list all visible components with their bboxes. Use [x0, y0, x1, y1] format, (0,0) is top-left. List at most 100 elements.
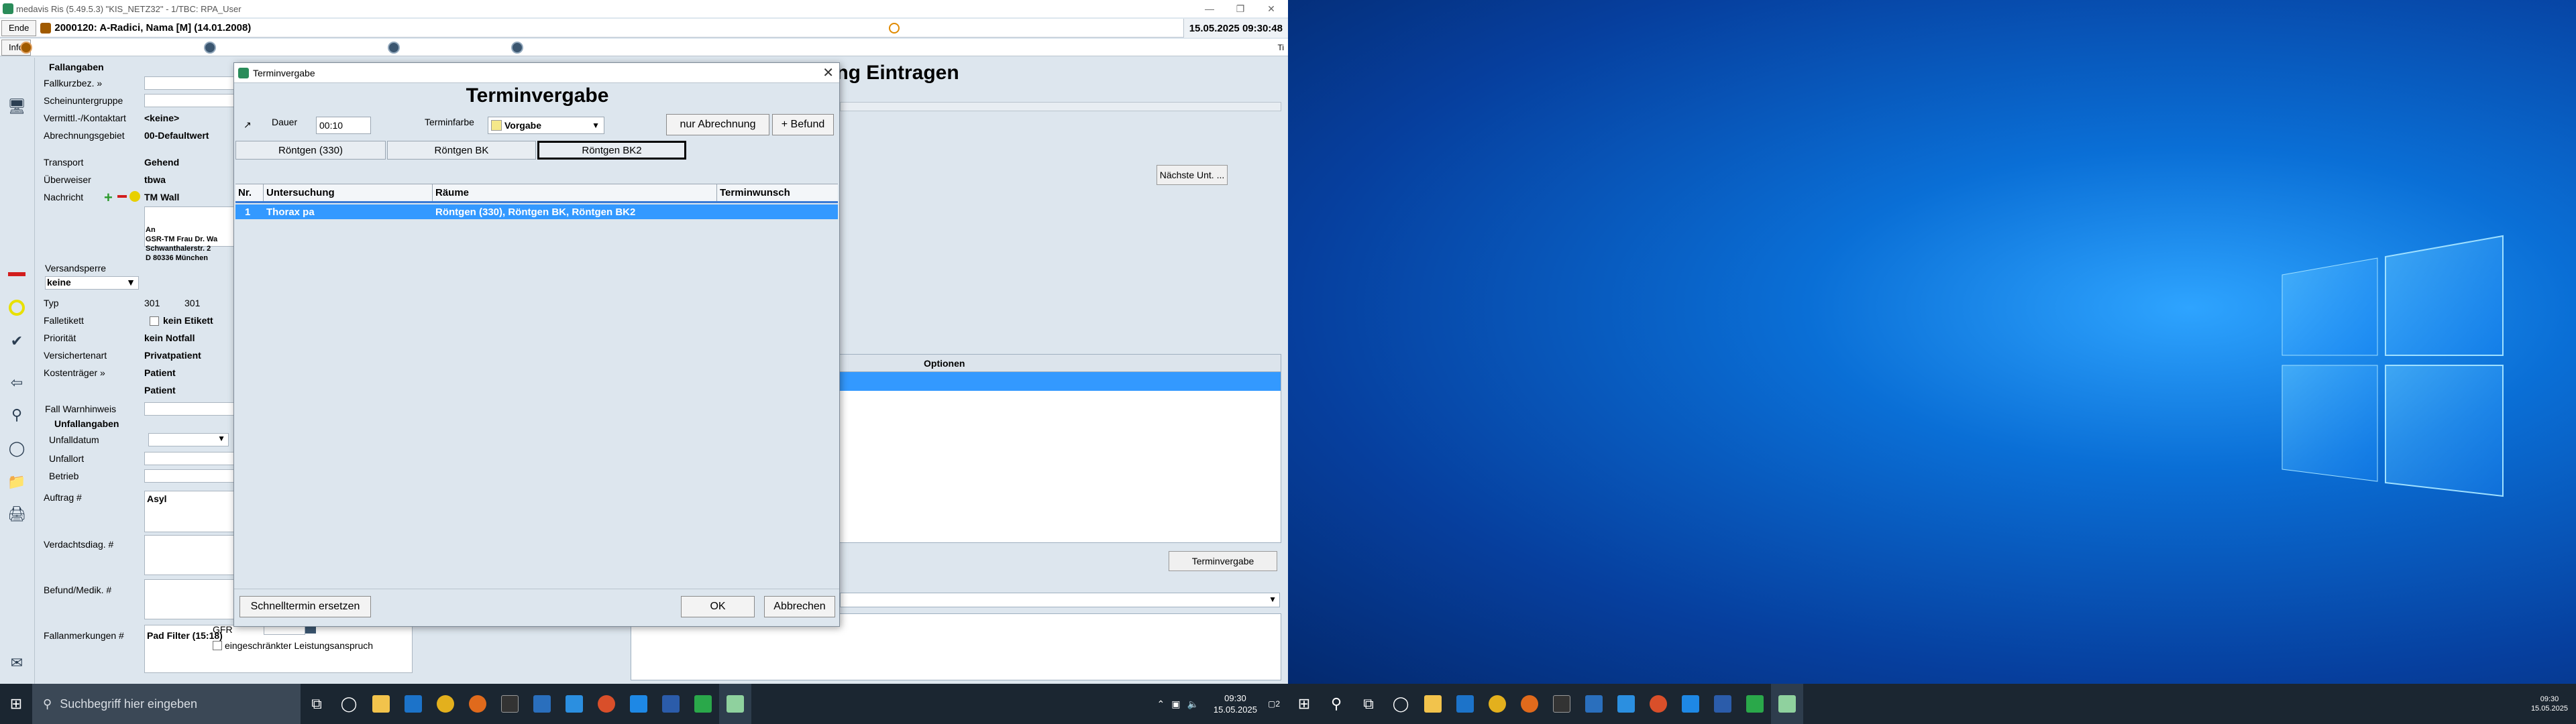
terminal-icon[interactable] — [494, 684, 526, 724]
back-arrow-icon[interactable]: ⇦ — [7, 373, 27, 393]
nur-abrechnung-button[interactable]: nur Abrechnung — [666, 114, 769, 135]
restore-button[interactable]: ❐ — [1225, 0, 1256, 17]
file-explorer-icon[interactable] — [365, 684, 397, 724]
outlook-icon[interactable] — [397, 684, 429, 724]
close-icon[interactable]: ✕ — [822, 64, 834, 81]
leistungsanspruch-checkbox[interactable] — [213, 641, 222, 650]
windows-start-icon[interactable]: ⊞ — [1288, 684, 1320, 724]
notification-icon[interactable]: ▢2 — [1268, 699, 1280, 709]
word-icon[interactable] — [655, 684, 687, 724]
monitor-icon[interactable]: 🖥 — [7, 97, 27, 117]
versichertenart-value[interactable]: Privatpatient — [144, 350, 201, 361]
patient-header[interactable]: 2000120: A-Radici, Nama [M] (14.01.2008) — [40, 22, 251, 34]
fallkurzbez-field[interactable] — [144, 76, 245, 90]
abbrechen-button[interactable]: Abbrechen — [764, 596, 835, 617]
taskbar-clock-right[interactable]: 09:30 15.05.2025 — [2523, 695, 2576, 713]
col-untersuchung[interactable]: Untersuchung — [264, 184, 433, 201]
dauer-input[interactable]: 00:10 — [316, 117, 371, 134]
room-tab-roentgen-330[interactable]: Röntgen (330) — [235, 141, 386, 160]
app-icon[interactable] — [1578, 684, 1610, 724]
outlook-icon[interactable] — [1449, 684, 1481, 724]
person-clock-icon[interactable]: ⚲ — [7, 405, 27, 425]
chrome-icon[interactable] — [429, 684, 462, 724]
vermittlung-value[interactable]: <keine> — [144, 113, 179, 123]
terminvergabe-button[interactable]: Terminvergabe — [1169, 551, 1277, 571]
firefox-icon[interactable] — [1642, 684, 1674, 724]
printer-icon[interactable]: 🖨 — [7, 504, 27, 524]
nachricht-value[interactable]: TM Wall — [144, 192, 179, 202]
versandsperre-select[interactable]: keine ▼ — [45, 276, 139, 290]
col-nr[interactable]: Nr. — [235, 184, 264, 201]
word-icon[interactable] — [1707, 684, 1739, 724]
typ-value[interactable]: 301 — [144, 298, 160, 308]
scheinuntergruppe-field[interactable] — [144, 94, 245, 107]
task-view-icon[interactable]: ⧉ — [1352, 684, 1385, 724]
remove-message-icon[interactable] — [117, 195, 127, 198]
vscode-icon[interactable] — [558, 684, 590, 724]
message-status-icon[interactable] — [129, 191, 140, 202]
minimize-button[interactable]: — — [1194, 0, 1225, 17]
room-tab-roentgen-bk[interactable]: Röntgen BK — [387, 141, 536, 160]
ok-button[interactable]: OK — [681, 596, 755, 617]
exam-table-row[interactable] — [824, 372, 1281, 391]
bg-select[interactable]: ▼ — [840, 593, 1280, 607]
medavis-icon[interactable] — [1771, 684, 1803, 724]
prioritaet-value[interactable]: kein Notfall — [144, 333, 195, 343]
schnelltermin-button[interactable]: Schnelltermin ersetzen — [239, 596, 371, 617]
warnhinweis-field[interactable] — [144, 402, 245, 416]
vscode-icon[interactable] — [1610, 684, 1642, 724]
table-row[interactable]: 1 Thorax pa Röntgen (330), Röntgen BK, R… — [235, 204, 838, 219]
col-raeume[interactable]: Räume — [433, 184, 717, 201]
firefox-icon[interactable] — [590, 684, 623, 724]
alert-circle-icon[interactable] — [889, 23, 900, 34]
task-view-icon[interactable]: ⧉ — [301, 684, 333, 724]
app-icon[interactable] — [526, 684, 558, 724]
red-bar-icon[interactable] — [7, 264, 27, 284]
close-window-button[interactable]: ✕ — [1256, 0, 1287, 17]
app-icon[interactable] — [1674, 684, 1707, 724]
yellow-circle-icon[interactable] — [7, 298, 27, 318]
network-icon[interactable]: ▣ — [1171, 699, 1180, 710]
windows-start-icon[interactable]: ⊞ — [0, 684, 32, 724]
end-button[interactable]: Ende — [1, 19, 37, 36]
taskbar-clock[interactable]: 09:30 15.05.2025 — [1205, 692, 1265, 715]
add-message-icon[interactable]: + — [104, 189, 113, 206]
kostentraeger-value[interactable]: Patient — [144, 367, 176, 378]
checkmark-icon[interactable]: ✔ — [7, 331, 27, 351]
cortana-icon[interactable]: ◯ — [333, 684, 365, 724]
medavis-icon[interactable] — [719, 684, 751, 724]
typ-value-2[interactable]: 301 — [184, 298, 200, 308]
befund-field[interactable] — [144, 579, 245, 619]
nav-circle-icon[interactable] — [388, 42, 400, 54]
ueberweiser-value[interactable]: tbwa — [144, 174, 166, 185]
falletikett-checkbox[interactable] — [150, 316, 159, 326]
status-icon[interactable] — [20, 42, 32, 54]
app-icon[interactable] — [1739, 684, 1771, 724]
betrieb-field[interactable] — [144, 469, 245, 483]
taskbar-search[interactable]: ⚲ Suchbegriff hier eingeben — [32, 684, 301, 724]
unfallort-field[interactable] — [144, 452, 245, 465]
folder-icon[interactable]: 📁 — [7, 472, 27, 492]
unfalldatum-select[interactable]: ▼ — [148, 433, 229, 446]
firefox-icon[interactable] — [462, 684, 494, 724]
abrechnungsgebiet-value[interactable]: 00-Defaultwert — [144, 130, 209, 141]
nav-circle-icon[interactable] — [204, 42, 216, 54]
transport-value[interactable]: Gehend — [144, 157, 179, 168]
app-icon[interactable] — [623, 684, 655, 724]
file-explorer-icon[interactable] — [1417, 684, 1449, 724]
befund-button[interactable]: + Befund — [772, 114, 834, 135]
next-exam-button[interactable]: Nächste Unt. ... — [1157, 165, 1228, 185]
verdachtsdiagnose-field[interactable] — [144, 535, 245, 575]
external-link-icon[interactable]: ↗ — [244, 119, 252, 131]
search-icon[interactable]: ⚲ — [1320, 684, 1352, 724]
terminal-icon[interactable] — [1546, 684, 1578, 724]
mail-icon[interactable]: ✉ — [7, 653, 27, 673]
chevron-up-icon[interactable]: ⌃ — [1157, 699, 1165, 710]
cortana-icon[interactable]: ◯ — [1385, 684, 1417, 724]
speaker-icon[interactable]: 🔈 — [1187, 699, 1198, 710]
chrome-icon[interactable] — [1481, 684, 1513, 724]
nav-circle-icon[interactable] — [511, 42, 523, 54]
terminfarbe-select[interactable]: Vorgabe ▼ — [488, 117, 604, 134]
room-tab-roentgen-bk2[interactable]: Röntgen BK2 — [537, 141, 686, 160]
firefox-icon[interactable] — [1513, 684, 1546, 724]
